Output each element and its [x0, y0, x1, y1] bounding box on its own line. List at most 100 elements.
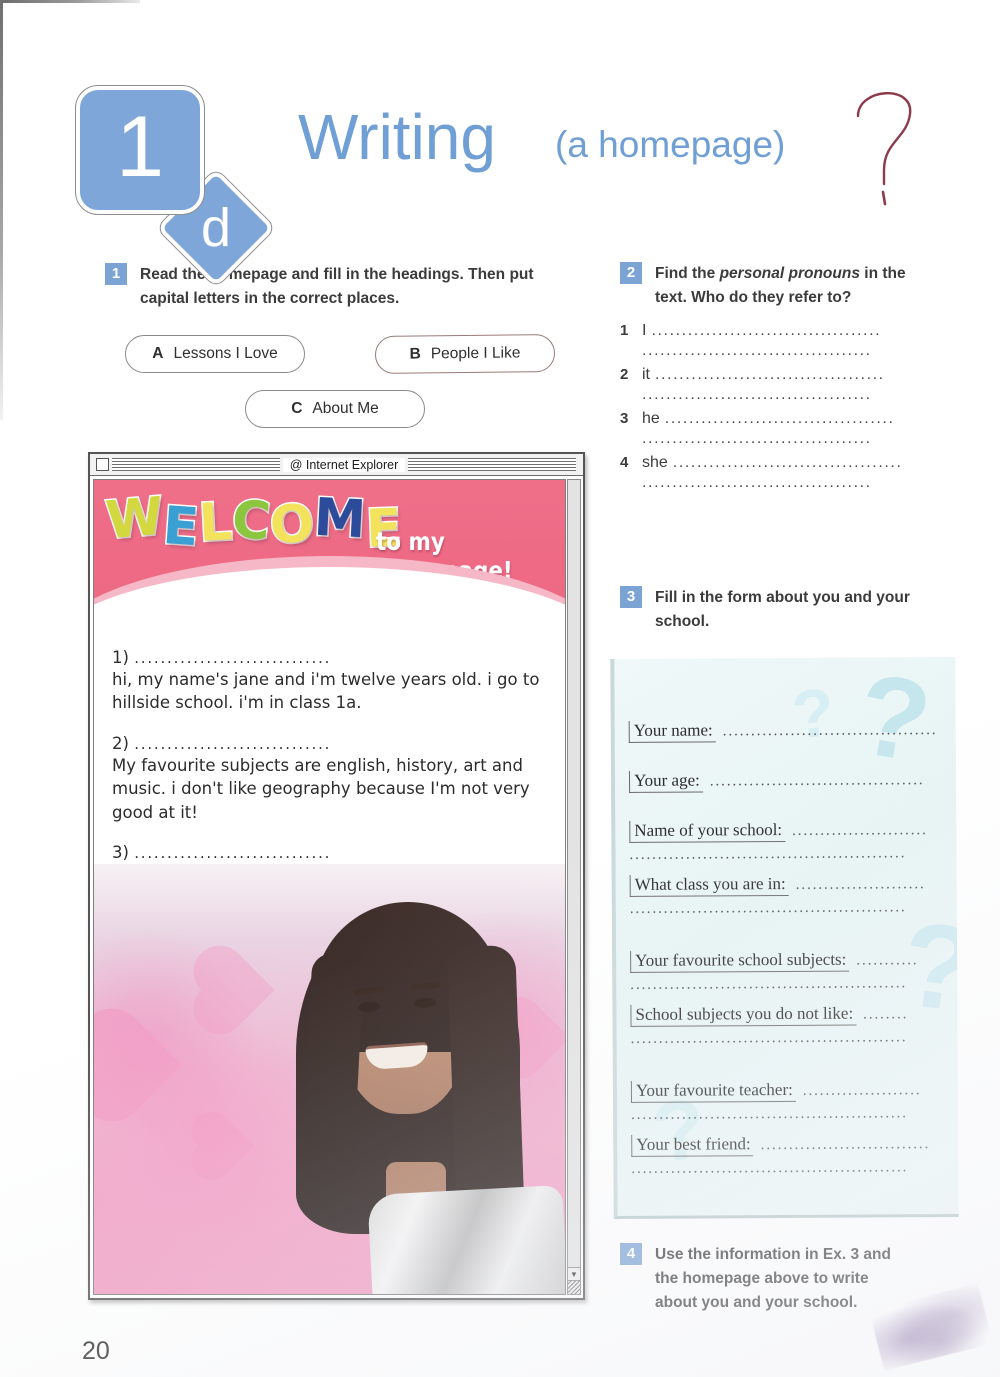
homepage-heading-blank-2[interactable]: 2) .............................. — [112, 734, 547, 753]
answer-blank[interactable]: ...................................... — [642, 430, 920, 454]
exercise-4-number: 4 — [620, 1243, 642, 1265]
answer-blank[interactable]: ...................................... — [665, 410, 920, 428]
exercise-4: 4 Use the information in Ex. 3 and the h… — [620, 1243, 910, 1315]
answer-blank[interactable]: ...................................... — [642, 386, 920, 410]
student-info-form[interactable]: ? ? ? ? Your name: .....................… — [610, 656, 959, 1220]
unit-number-text: 1 — [116, 99, 164, 195]
field-input-blank-continuation[interactable]: ........................................… — [629, 845, 944, 869]
option-b-label: People I Like — [430, 344, 521, 363]
welcome-letter-o: O — [267, 492, 318, 558]
heart-icon — [197, 1117, 255, 1175]
form-field-class[interactable]: What class you are in: .................… — [629, 873, 945, 923]
list-item[interactable]: 2 it ...................................… — [620, 366, 920, 384]
page-subtitle: (a homepage) — [555, 124, 786, 165]
section-1-blank[interactable]: .............................. — [134, 649, 331, 667]
answer-blank[interactable]: ...................................... — [651, 322, 920, 340]
heading-option-a[interactable]: A Lessons I Love — [125, 335, 305, 373]
option-c-letter: C — [291, 400, 303, 417]
form-field-favourite-teacher[interactable]: Your favourite teacher: ................… — [630, 1079, 946, 1129]
form-field-favourite-subjects[interactable]: Your favourite school subjects: ........… — [630, 949, 945, 999]
option-c-label: About Me — [312, 400, 379, 417]
exercise-4-instruction: Use the information in Ex. 3 and the hom… — [655, 1246, 891, 1312]
homepage-heading-blank-3[interactable]: 3) .............................. — [112, 843, 547, 862]
list-item[interactable]: 1 I ....................................… — [620, 322, 920, 340]
form-field-disliked-subjects[interactable]: School subjects you do not like: .......… — [630, 1003, 945, 1053]
heading-option-c[interactable]: C About Me — [245, 390, 425, 428]
list-item[interactable]: 4 she ..................................… — [620, 454, 920, 472]
student-photo — [94, 864, 565, 1294]
browser-window-title: @ Internet Explorer — [282, 457, 406, 472]
field-input-blank[interactable]: ...................................... — [710, 772, 944, 790]
exercise-3-number: 3 — [620, 586, 642, 608]
pronoun-4-word: she — [642, 454, 668, 472]
option-a-letter: A — [152, 345, 164, 362]
heading-option-b[interactable]: B People I Like — [374, 334, 556, 374]
title-bar-stripes-left — [112, 458, 280, 471]
field-label: Your favourite teacher: — [630, 1079, 796, 1103]
exercise-1-number: 1 — [105, 263, 127, 285]
pronoun-1-word: I — [642, 322, 647, 340]
section-3-number: 3) — [112, 843, 129, 863]
answer-blank[interactable]: ...................................... — [642, 342, 920, 366]
field-input-blank[interactable]: ........... — [856, 952, 945, 970]
form-field-your-age[interactable]: Your age: ..............................… — [628, 769, 944, 793]
section-2-number: 2) — [112, 733, 129, 753]
section-2-blank[interactable]: .............................. — [134, 735, 331, 753]
browser-window[interactable]: @ Internet Explorer ▼ W E L C O M E to m… — [88, 452, 585, 1300]
field-input-blank-continuation[interactable]: ........................................… — [631, 1159, 946, 1183]
answer-blank[interactable]: ...................................... — [642, 474, 920, 498]
vertical-scrollbar[interactable]: ▼ — [567, 479, 581, 1295]
exercise-1-heading: 1 Read the homepage and fill in the head… — [105, 263, 585, 311]
field-label: School subjects you do not like: — [630, 1003, 857, 1027]
answer-blank[interactable]: ...................................... — [655, 366, 920, 384]
field-input-blank[interactable]: .............................. — [761, 1136, 947, 1154]
page-number: 20 — [82, 1337, 110, 1365]
field-input-blank-continuation[interactable]: ........................................… — [631, 1105, 946, 1129]
exercise-2: 2 Find the personal pronouns in the text… — [620, 262, 920, 498]
close-icon[interactable] — [96, 458, 109, 471]
answer-blank[interactable]: ...................................... — [673, 454, 920, 472]
question-mark-doodle-icon — [840, 80, 930, 215]
field-input-blank[interactable]: ...................................... — [723, 722, 944, 740]
form-field-school-name[interactable]: Name of your school: ...................… — [629, 819, 944, 869]
field-input-blank[interactable]: ........................ — [792, 822, 944, 840]
welcome-banner: W E L C O M E to my homepage! — [94, 480, 565, 628]
field-label: Name of your school: — [629, 819, 786, 843]
scan-edge-left — [0, 0, 3, 420]
field-label: What class you are in: — [629, 873, 789, 897]
field-input-blank[interactable]: ........ — [863, 1006, 945, 1024]
welcome-letter-e1: E — [160, 494, 203, 559]
silver-jacket — [367, 1184, 565, 1294]
scroll-down-arrow-icon[interactable]: ▼ — [568, 1267, 580, 1280]
resize-grip-icon[interactable] — [568, 1280, 580, 1294]
section-1-paragraph: hi, my name's jane and i'm twelve years … — [112, 670, 540, 713]
field-input-blank[interactable]: ....................... — [796, 876, 945, 894]
title-bar-stripes-right — [408, 458, 577, 471]
field-input-blank-continuation[interactable]: ........................................… — [630, 899, 945, 923]
hair-right — [447, 944, 525, 1226]
page-title: Writing — [298, 101, 496, 173]
field-input-blank-continuation[interactable]: ........................................… — [630, 975, 945, 999]
list-item[interactable]: 3 he ...................................… — [620, 410, 920, 428]
pronoun-4-number: 4 — [620, 454, 629, 472]
unit-number-badge: 1 — [76, 86, 204, 214]
field-input-blank[interactable]: ..................... — [803, 1082, 946, 1100]
form-field-your-name[interactable]: Your name: .............................… — [628, 719, 944, 743]
browser-viewport: W E L C O M E to my homepage! 1) .......… — [93, 479, 566, 1295]
section-2-paragraph: My favourite subjects are english, histo… — [112, 755, 530, 822]
section-3-blank[interactable]: .............................. — [134, 844, 331, 862]
scan-edge-top — [0, 0, 140, 3]
exercise-2-instruction: Find the personal pronouns in the text. … — [655, 262, 920, 310]
field-input-blank-continuation[interactable]: ........................................… — [631, 1029, 946, 1053]
form-field-list: Your name: .............................… — [614, 657, 958, 1183]
section-1-number: 1) — [112, 648, 129, 667]
option-b-letter: B — [409, 345, 421, 363]
homepage-heading-blank-1[interactable]: 1) .............................. — [112, 648, 547, 667]
form-field-best-friend[interactable]: Your best friend: ......................… — [631, 1133, 946, 1183]
welcome-letter-l: L — [196, 491, 235, 556]
browser-title-bar[interactable]: @ Internet Explorer — [90, 454, 583, 476]
girl-portrait — [262, 894, 565, 1294]
